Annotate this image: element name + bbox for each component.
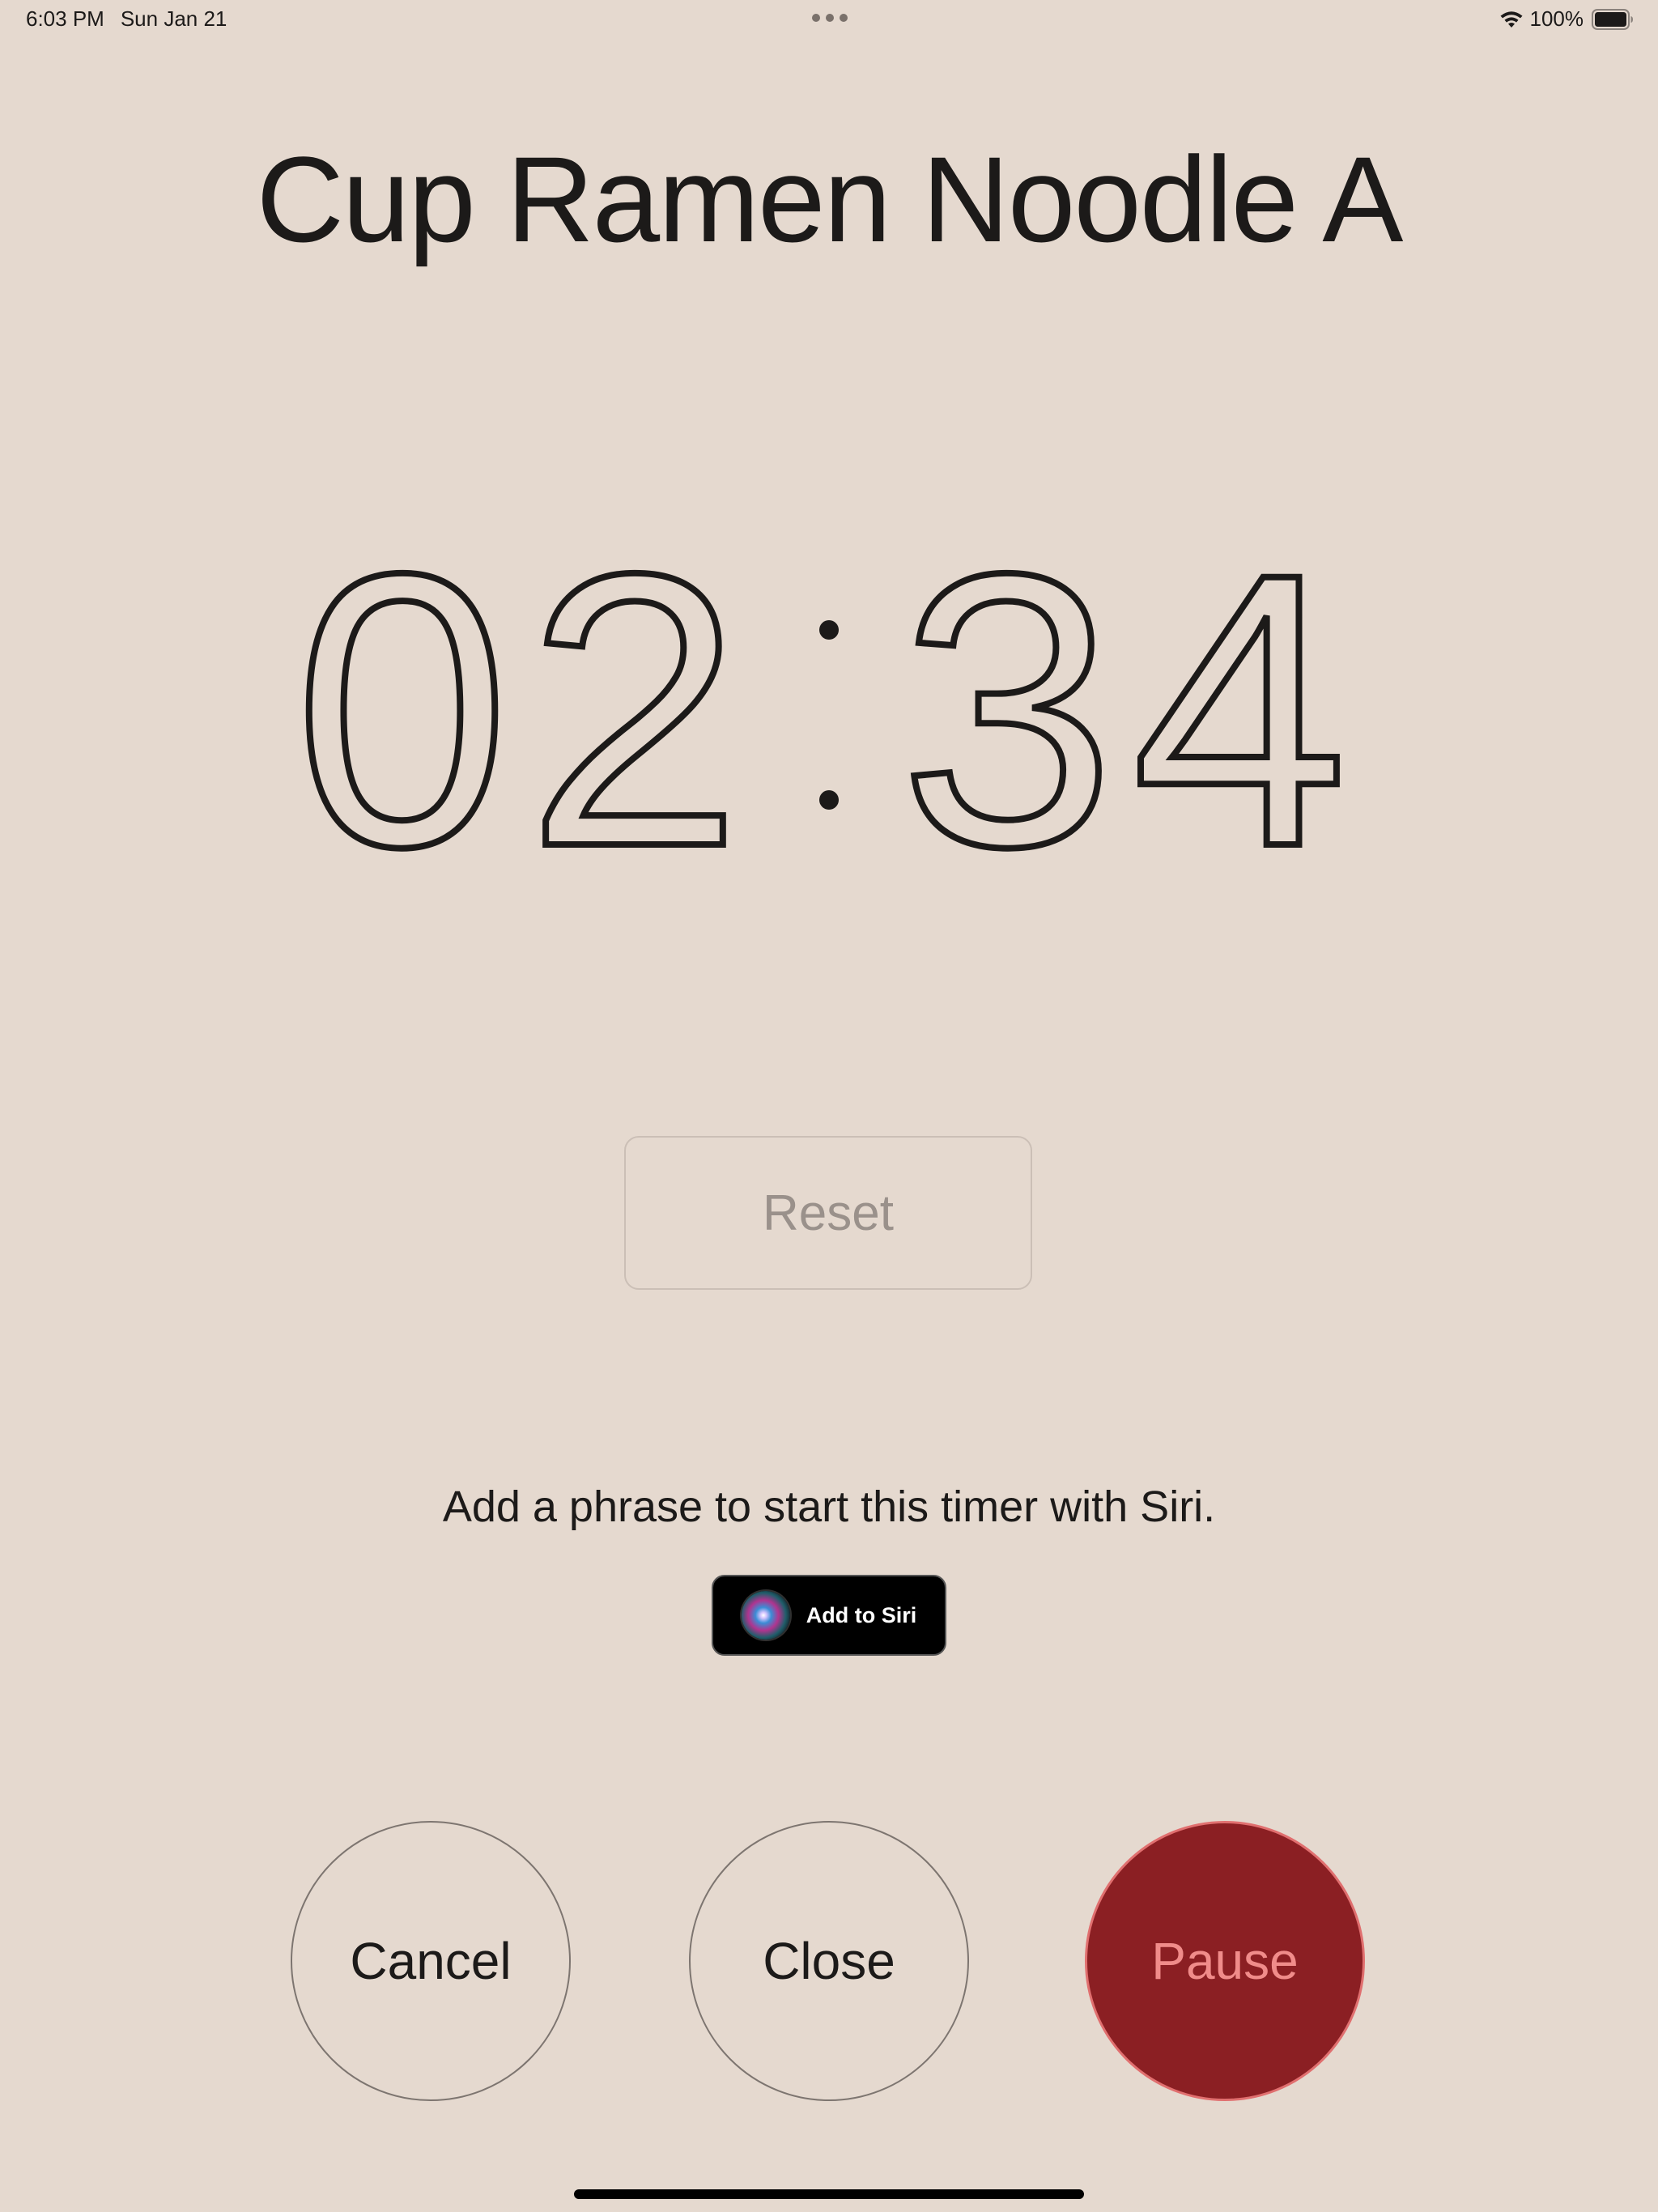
wifi-icon — [1500, 11, 1522, 28]
add-to-siri-button[interactable]: Add to Siri — [712, 1575, 946, 1656]
close-button[interactable]: Close — [689, 1821, 969, 2101]
pause-button-label: Pause — [1151, 1932, 1299, 1990]
reset-button[interactable]: Reset — [624, 1136, 1032, 1290]
home-indicator[interactable] — [574, 2189, 1084, 2199]
add-to-siri-label: Add to Siri — [806, 1602, 917, 1627]
countdown-seconds: 34 — [899, 530, 1364, 870]
status-date: Sun Jan 21 — [120, 6, 227, 31]
status-bar: 6:03 PM Sun Jan 21 100% — [0, 0, 1658, 39]
countdown-colon-bottom — [819, 790, 839, 810]
countdown-display: 02 34 — [291, 530, 1364, 870]
status-indicators: 100% — [1499, 6, 1635, 32]
close-button-label: Close — [763, 1932, 895, 1990]
battery-icon — [1592, 8, 1633, 30]
countdown-minutes: 02 — [294, 530, 759, 870]
status-time-date: 6:03 PM Sun Jan 21 — [26, 6, 227, 32]
status-time: 6:03 PM — [26, 6, 104, 31]
cancel-button[interactable]: Cancel — [291, 1821, 571, 2101]
siri-phrase-prompt: Add a phrase to start this timer with Si… — [442, 1482, 1216, 1531]
pause-button[interactable]: Pause — [1085, 1821, 1365, 2101]
multitasking-dots-icon[interactable] — [812, 14, 848, 22]
cancel-button-label: Cancel — [350, 1932, 512, 1990]
battery-percent: 100% — [1529, 6, 1584, 31]
siri-icon — [741, 1591, 790, 1640]
timer-title: Cup Ramen Noodle A — [256, 131, 1404, 267]
countdown-colon-top — [819, 620, 839, 640]
